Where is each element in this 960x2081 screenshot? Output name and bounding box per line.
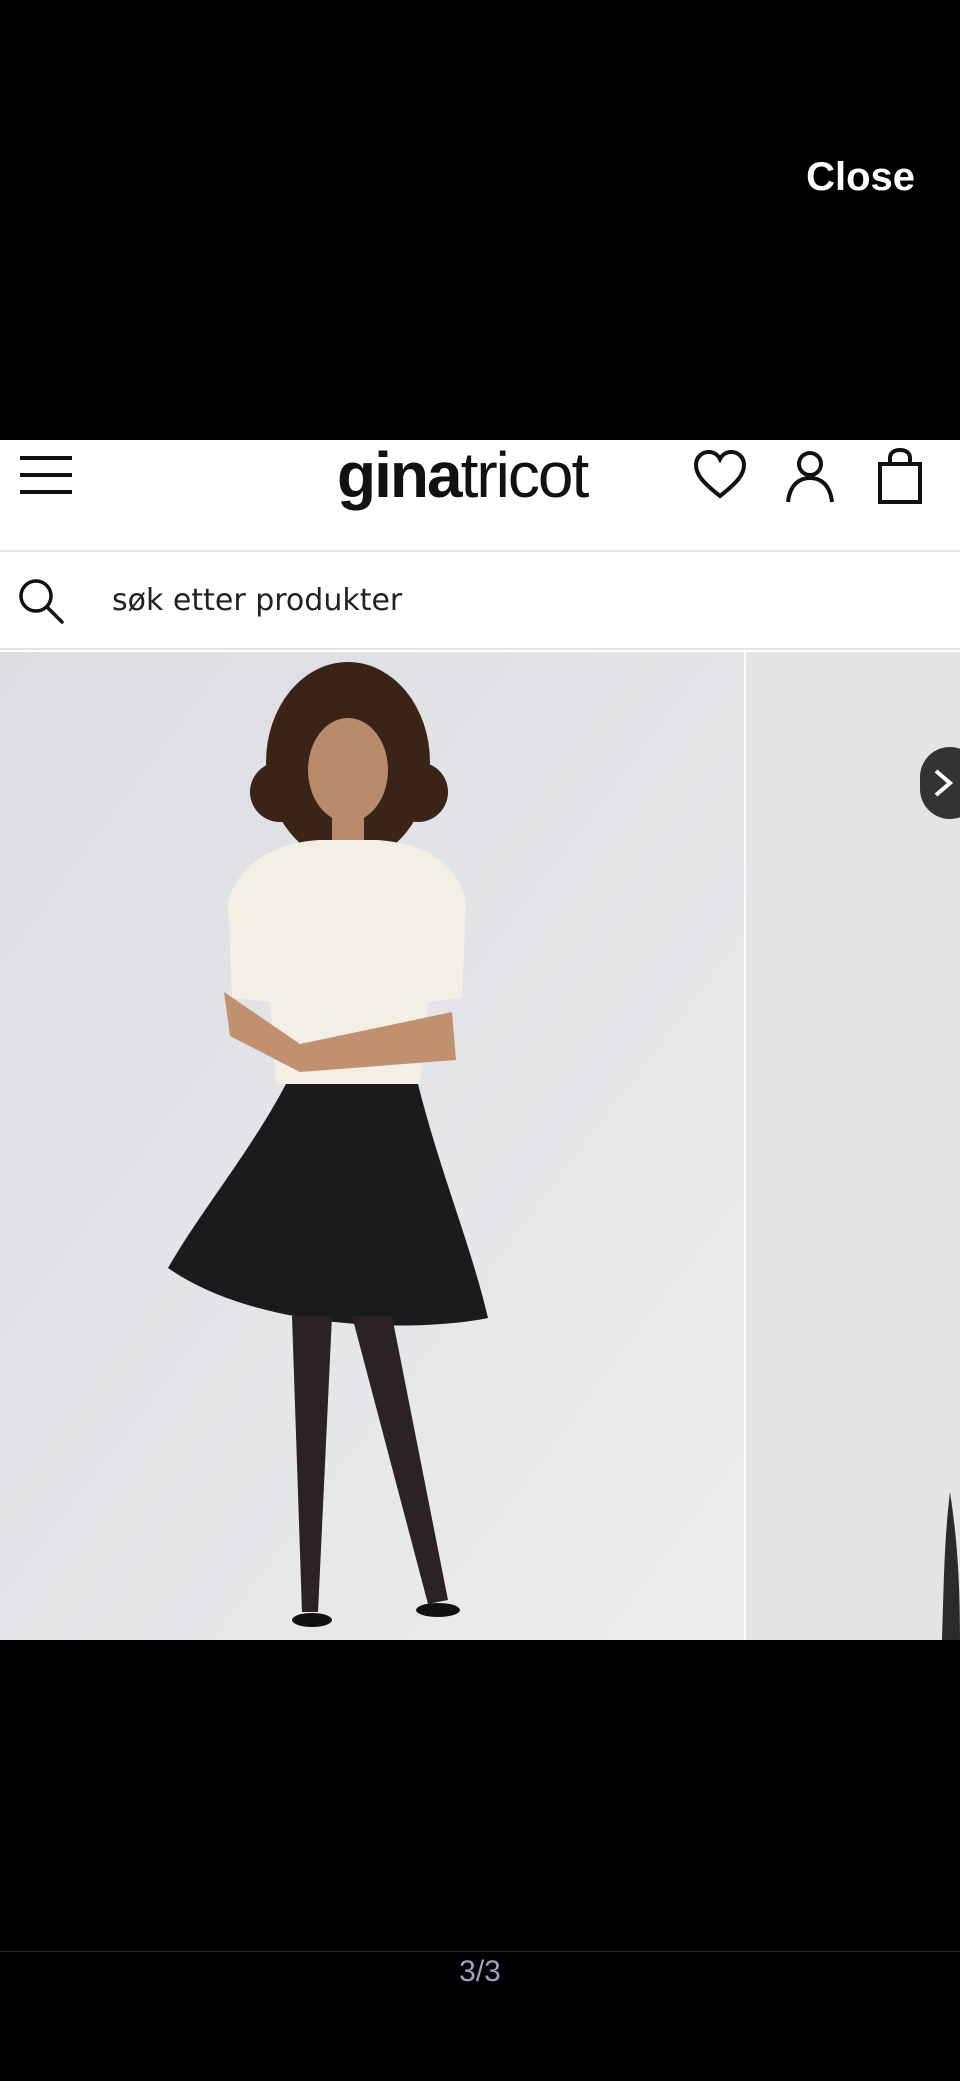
product-gallery (0, 652, 960, 1640)
page-counter: 3/3 (459, 1955, 501, 1988)
search-input[interactable] (110, 574, 814, 626)
logo-light-text: tricot (460, 440, 590, 511)
footer-divider (0, 1951, 960, 1952)
close-button[interactable]: Close (806, 155, 915, 200)
chevron-right-icon (934, 769, 954, 797)
search-icon[interactable] (16, 576, 66, 626)
product-photo[interactable] (0, 652, 744, 1640)
screenshot-viewer: ginatricot (0, 440, 960, 1640)
search-bar (0, 552, 960, 650)
site-logo[interactable]: ginatricot (337, 440, 590, 511)
logo-bold-text: gina (337, 440, 463, 511)
user-icon[interactable] (782, 448, 838, 504)
gallery-next-button[interactable] (920, 747, 960, 819)
bag-icon[interactable] (872, 448, 928, 504)
site-header: ginatricot (0, 440, 960, 552)
menu-icon[interactable] (20, 452, 72, 498)
heart-icon[interactable] (692, 448, 748, 504)
